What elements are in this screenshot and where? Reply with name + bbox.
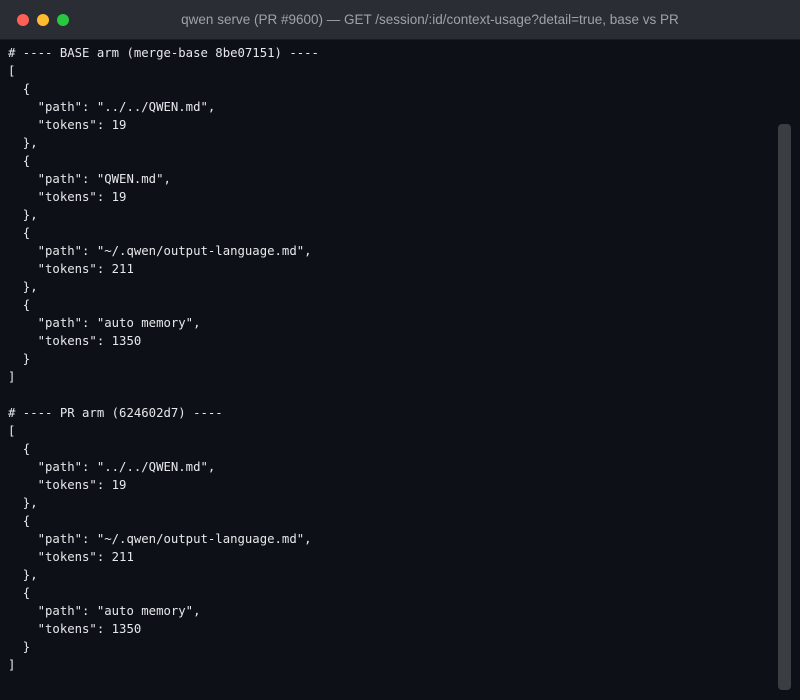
terminal-window: qwen serve (PR #9600) — GET /session/:id… [0, 0, 800, 700]
terminal-line: "tokens": 19 [8, 118, 127, 132]
terminal-line: { [8, 442, 31, 456]
terminal-line: { [8, 586, 31, 600]
terminal-text: # ---- BASE arm (merge-base 8be07151) --… [0, 40, 776, 674]
terminal-line: "tokens": 211 [8, 262, 134, 276]
terminal-line: [ [8, 424, 16, 438]
terminal-line: "tokens": 1350 [8, 622, 142, 636]
vertical-scrollbar[interactable] [778, 124, 791, 690]
terminal-line: "path": "~/.qwen/output-language.md", [8, 532, 312, 546]
terminal-line: # ---- PR arm (624602d7) ---- [8, 406, 223, 420]
terminal-output[interactable]: # ---- BASE arm (merge-base 8be07151) --… [0, 40, 776, 700]
title-bar[interactable]: qwen serve (PR #9600) — GET /session/:id… [0, 0, 800, 40]
terminal-line: "path": "auto memory", [8, 604, 201, 618]
minimize-window-icon[interactable] [37, 14, 49, 26]
window-title: qwen serve (PR #9600) — GET /session/:id… [181, 12, 679, 27]
terminal-line: [ [8, 64, 16, 78]
terminal-line: "path": "auto memory", [8, 316, 201, 330]
terminal-line: "path": "~/.qwen/output-language.md", [8, 244, 312, 258]
terminal-line: "tokens": 19 [8, 190, 127, 204]
terminal-line: }, [8, 208, 38, 222]
terminal-line: } [8, 640, 31, 654]
terminal-line: "path": "QWEN.md", [8, 172, 171, 186]
zoom-window-icon[interactable] [57, 14, 69, 26]
terminal-line: { [8, 154, 31, 168]
terminal-line: }, [8, 568, 38, 582]
terminal-line: }, [8, 496, 38, 510]
terminal-line: { [8, 82, 31, 96]
terminal-line: "tokens": 211 [8, 550, 134, 564]
terminal-line: { [8, 514, 31, 528]
terminal-line: { [8, 226, 31, 240]
terminal-line: { [8, 298, 31, 312]
close-window-icon[interactable] [17, 14, 29, 26]
terminal-line: "path": "../../QWEN.md", [8, 100, 216, 114]
terminal-line: "tokens": 1350 [8, 334, 142, 348]
terminal-line: } [8, 352, 31, 366]
terminal-line: }, [8, 280, 38, 294]
terminal-line: "path": "../../QWEN.md", [8, 460, 216, 474]
terminal-line: # ---- BASE arm (merge-base 8be07151) --… [8, 46, 319, 60]
terminal-line: }, [8, 136, 38, 150]
terminal-line: "tokens": 19 [8, 478, 127, 492]
terminal-line: ] [8, 370, 16, 384]
terminal-line: ] [8, 658, 16, 672]
